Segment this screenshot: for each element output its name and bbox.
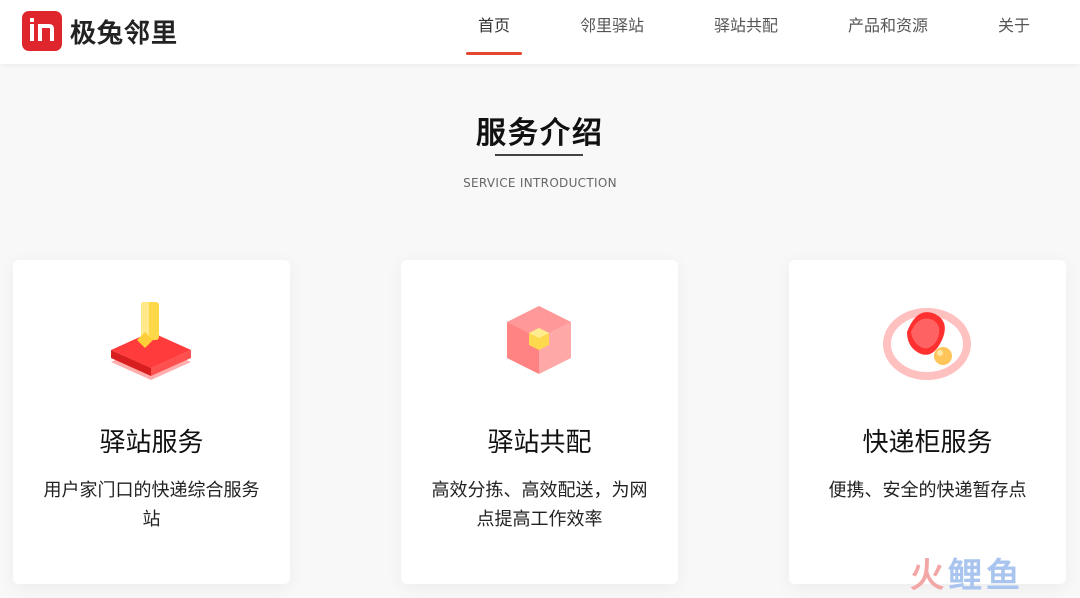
watermark-char: 鲤	[948, 555, 986, 596]
section-title: 服务介绍	[476, 116, 604, 151]
card-title: 快递柜服务	[862, 428, 993, 458]
section-subtitle: SERVICE INTRODUCTION	[463, 176, 617, 190]
card-description: 用户家门口的快递综合服务站	[43, 480, 260, 530]
package-station-icon	[101, 292, 201, 392]
nav-item-about[interactable]: 关于	[998, 0, 1030, 56]
nav-item-neighbor-station[interactable]: 邻里驿站	[580, 0, 644, 56]
top-header: 极兔邻里 首页 邻里驿站 驿站共配 产品和资源 关于	[0, 0, 1080, 64]
locker-safe-icon	[877, 292, 977, 392]
service-card-codelivery[interactable]: 驿站共配 高效分拣、高效配送，为网点提高工作效率	[401, 260, 678, 584]
card-description: 高效分拣、高效配送，为网点提高工作效率	[431, 480, 648, 530]
service-card-station[interactable]: 驿站服务 用户家门口的快递综合服务站	[13, 260, 290, 584]
nav-active-indicator	[466, 52, 522, 55]
cube-distribution-icon	[489, 292, 589, 392]
watermark-char: 火	[910, 555, 948, 596]
main-nav: 首页 邻里驿站 驿站共配 产品和资源 关于	[0, 0, 1080, 64]
watermark-char: 鱼	[986, 555, 1024, 596]
watermark-logo: 火 鲤 鱼	[910, 552, 1024, 596]
card-description: 便携、安全的快递暂存点	[828, 480, 1027, 501]
nav-item-home[interactable]: 首页	[478, 0, 510, 56]
title-divider	[495, 154, 583, 156]
nav-item-station-codelivery[interactable]: 驿站共配	[714, 0, 778, 56]
card-title: 驿站共配	[487, 428, 592, 458]
service-card-locker[interactable]: 快递柜服务 便携、安全的快递暂存点	[789, 260, 1066, 584]
nav-item-products-resources[interactable]: 产品和资源	[848, 0, 928, 56]
card-title: 驿站服务	[99, 428, 204, 458]
